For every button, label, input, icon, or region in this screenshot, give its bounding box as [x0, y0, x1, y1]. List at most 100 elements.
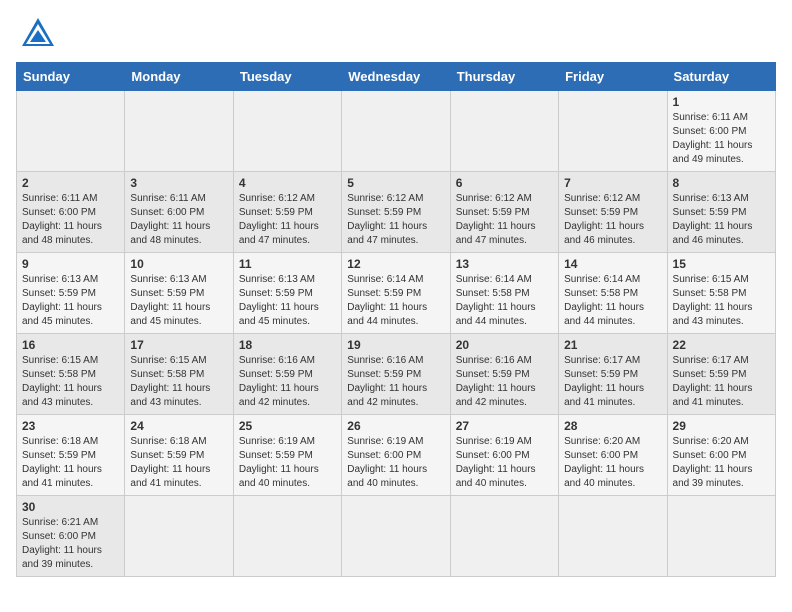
day-number: 22 [673, 338, 770, 352]
day-info: Sunrise: 6:14 AM Sunset: 5:58 PM Dayligh… [564, 273, 661, 329]
day-number: 6 [456, 176, 553, 190]
calendar-cell: 17Sunrise: 6:15 AM Sunset: 5:58 PM Dayli… [125, 334, 233, 415]
calendar-cell: 12Sunrise: 6:14 AM Sunset: 5:59 PM Dayli… [342, 253, 450, 334]
calendar-cell [559, 496, 667, 577]
day-number: 28 [564, 419, 661, 433]
calendar-week-row: 9 Sunrise: 6:13 AM Sunset: 5:59 PM Daylig… [17, 253, 776, 334]
day-info: Sunrise: 6:12 AM Sunset: 5:59 PM Dayligh… [347, 192, 444, 248]
calendar-cell: 2 Sunrise: 6:11 AM Sunset: 6:00 PM Daylig… [17, 172, 125, 253]
day-number: 5 [347, 176, 444, 190]
day-info: Sunrise: 6:16 AM Sunset: 5:59 PM Dayligh… [347, 354, 444, 410]
day-info: Sunrise: 6:16 AM Sunset: 5:59 PM Dayligh… [456, 354, 553, 410]
day-number: 30 [22, 500, 119, 514]
calendar-week-row: 16 Sunrise: 6:15 AM Sunset: 5:58 PM Dayli… [17, 334, 776, 415]
day-number: 9 [22, 257, 119, 271]
logo-area [16, 16, 56, 52]
day-number: 10 [130, 257, 227, 271]
day-number: 23 [22, 419, 119, 433]
calendar-cell: 25Sunrise: 6:19 AM Sunset: 5:59 PM Dayli… [233, 415, 341, 496]
calendar-cell: 19 Sunrise: 6:16 AM Sunset: 5:59 PM Dayli… [342, 334, 450, 415]
calendar-week-row: 1Sunrise: 6:11 AM Sunset: 6:00 PM Daylig… [17, 91, 776, 172]
day-info: Sunrise: 6:15 AM Sunset: 5:58 PM Dayligh… [673, 273, 770, 329]
day-number: 19 [347, 338, 444, 352]
calendar-cell: 14 Sunrise: 6:14 AM Sunset: 5:58 PM Dayli… [559, 253, 667, 334]
weekday-header-thursday: Thursday [450, 63, 558, 91]
weekday-header-friday: Friday [559, 63, 667, 91]
day-number: 20 [456, 338, 553, 352]
day-number: 2 [22, 176, 119, 190]
calendar-cell: 4Sunrise: 6:12 AM Sunset: 5:59 PM Daylig… [233, 172, 341, 253]
calendar-cell: 16 Sunrise: 6:15 AM Sunset: 5:58 PM Dayli… [17, 334, 125, 415]
calendar-cell [342, 91, 450, 172]
calendar-cell: 26Sunrise: 6:19 AM Sunset: 6:00 PM Dayli… [342, 415, 450, 496]
calendar-cell: 7Sunrise: 6:12 AM Sunset: 5:59 PM Daylig… [559, 172, 667, 253]
calendar-cell: 10 Sunrise: 6:13 AM Sunset: 5:59 PM Dayli… [125, 253, 233, 334]
calendar-cell [125, 496, 233, 577]
day-info: Sunrise: 6:13 AM Sunset: 5:59 PM Dayligh… [22, 273, 119, 329]
calendar-cell: 20 Sunrise: 6:16 AM Sunset: 5:59 PM Dayli… [450, 334, 558, 415]
day-number: 15 [673, 257, 770, 271]
weekday-header-wednesday: Wednesday [342, 63, 450, 91]
day-number: 13 [456, 257, 553, 271]
day-info: Sunrise: 6:20 AM Sunset: 6:00 PM Dayligh… [673, 435, 770, 491]
day-info: Sunrise: 6:11 AM Sunset: 6:00 PM Dayligh… [130, 192, 227, 248]
day-number: 29 [673, 419, 770, 433]
calendar-cell: 15 Sunrise: 6:15 AM Sunset: 5:58 PM Dayli… [667, 253, 775, 334]
day-number: 8 [673, 176, 770, 190]
day-info: Sunrise: 6:11 AM Sunset: 6:00 PM Dayligh… [22, 192, 119, 248]
calendar-cell: 28 Sunrise: 6:20 AM Sunset: 6:00 PM Dayli… [559, 415, 667, 496]
weekday-header-saturday: Saturday [667, 63, 775, 91]
calendar-week-row: 23 Sunrise: 6:18 AM Sunset: 5:59 PM Dayli… [17, 415, 776, 496]
day-info: Sunrise: 6:18 AM Sunset: 5:59 PM Dayligh… [22, 435, 119, 491]
day-info: Sunrise: 6:12 AM Sunset: 5:59 PM Dayligh… [239, 192, 336, 248]
day-number: 18 [239, 338, 336, 352]
day-info: Sunrise: 6:21 AM Sunset: 6:00 PM Dayligh… [22, 516, 119, 572]
calendar-cell [450, 496, 558, 577]
day-info: Sunrise: 6:19 AM Sunset: 5:59 PM Dayligh… [239, 435, 336, 491]
logo [16, 16, 56, 52]
weekday-header-monday: Monday [125, 63, 233, 91]
day-number: 26 [347, 419, 444, 433]
day-number: 27 [456, 419, 553, 433]
day-info: Sunrise: 6:15 AM Sunset: 5:58 PM Dayligh… [130, 354, 227, 410]
calendar-cell: 3 Sunrise: 6:11 AM Sunset: 6:00 PM Daylig… [125, 172, 233, 253]
calendar-cell: 27Sunrise: 6:19 AM Sunset: 6:00 PM Dayli… [450, 415, 558, 496]
day-info: Sunrise: 6:20 AM Sunset: 6:00 PM Dayligh… [564, 435, 661, 491]
calendar-cell: 24 Sunrise: 6:18 AM Sunset: 5:59 PM Dayli… [125, 415, 233, 496]
calendar-cell: 22Sunrise: 6:17 AM Sunset: 5:59 PM Dayli… [667, 334, 775, 415]
calendar-cell: 8 Sunrise: 6:13 AM Sunset: 5:59 PM Daylig… [667, 172, 775, 253]
weekday-header-sunday: Sunday [17, 63, 125, 91]
day-info: Sunrise: 6:15 AM Sunset: 5:58 PM Dayligh… [22, 354, 119, 410]
day-number: 1 [673, 95, 770, 109]
day-info: Sunrise: 6:16 AM Sunset: 5:59 PM Dayligh… [239, 354, 336, 410]
calendar-cell: 6Sunrise: 6:12 AM Sunset: 5:59 PM Daylig… [450, 172, 558, 253]
calendar-cell [559, 91, 667, 172]
calendar-cell: 18 Sunrise: 6:16 AM Sunset: 5:59 PM Dayli… [233, 334, 341, 415]
day-info: Sunrise: 6:13 AM Sunset: 5:59 PM Dayligh… [130, 273, 227, 329]
calendar-header: SundayMondayTuesdayWednesdayThursdayFrid… [17, 63, 776, 91]
weekday-header-row: SundayMondayTuesdayWednesdayThursdayFrid… [17, 63, 776, 91]
day-number: 16 [22, 338, 119, 352]
calendar-cell: 23 Sunrise: 6:18 AM Sunset: 5:59 PM Dayli… [17, 415, 125, 496]
calendar-cell: 5 Sunrise: 6:12 AM Sunset: 5:59 PM Daylig… [342, 172, 450, 253]
calendar-body: 1 Sunrise: 6:11 AM Sunset: 6:00 PM Daylig… [17, 91, 776, 577]
calendar-cell [17, 91, 125, 172]
day-info: Sunrise: 6:17 AM Sunset: 5:59 PM Dayligh… [564, 354, 661, 410]
day-info: Sunrise: 6:14 AM Sunset: 5:58 PM Dayligh… [456, 273, 553, 329]
day-number: 24 [130, 419, 227, 433]
calendar-table: SundayMondayTuesdayWednesdayThursdayFrid… [16, 62, 776, 577]
day-number: 7 [564, 176, 661, 190]
header [16, 16, 776, 52]
day-number: 3 [130, 176, 227, 190]
calendar-cell: 30 Sunrise: 6:21 AM Sunset: 6:00 PM Dayli… [17, 496, 125, 577]
calendar-cell [125, 91, 233, 172]
calendar-week-row: 30 Sunrise: 6:21 AM Sunset: 6:00 PM Dayli… [17, 496, 776, 577]
day-info: Sunrise: 6:18 AM Sunset: 5:59 PM Dayligh… [130, 435, 227, 491]
day-number: 14 [564, 257, 661, 271]
calendar-cell: 13 Sunrise: 6:14 AM Sunset: 5:58 PM Dayli… [450, 253, 558, 334]
day-info: Sunrise: 6:13 AM Sunset: 5:59 PM Dayligh… [673, 192, 770, 248]
logo-icon [20, 16, 56, 52]
calendar-cell [342, 496, 450, 577]
day-info: Sunrise: 6:13 AM Sunset: 5:59 PM Dayligh… [239, 273, 336, 329]
day-number: 11 [239, 257, 336, 271]
